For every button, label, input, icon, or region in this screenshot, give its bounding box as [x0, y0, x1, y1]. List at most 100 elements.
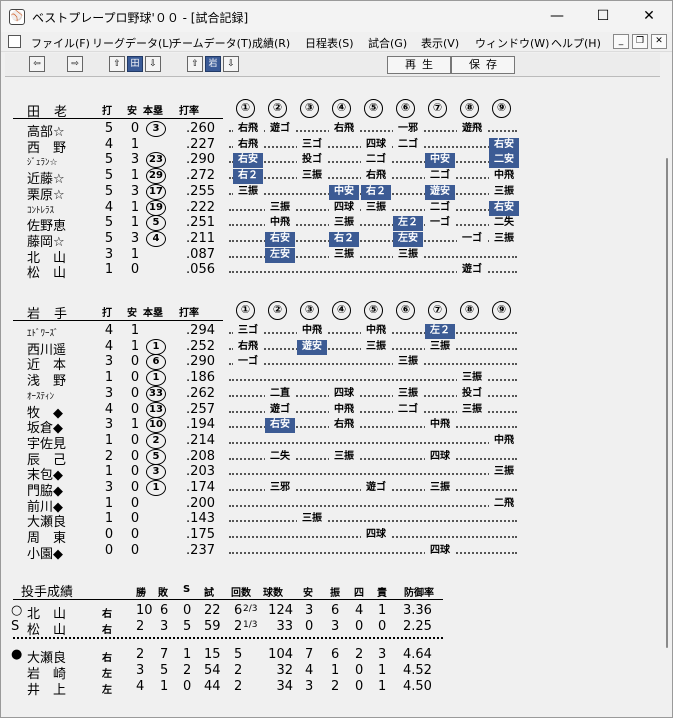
at-bat-result[interactable]: 遊飛 [457, 122, 487, 137]
at-bat-result[interactable]: 三振 [425, 339, 455, 355]
at-bat-result[interactable]: 一ゴ [425, 216, 455, 232]
at-bat-result[interactable]: 四球 [329, 386, 359, 402]
menu-league-data[interactable]: リーグデータ(L) [92, 35, 173, 51]
mdi-restore-button[interactable]: ❐ [632, 34, 648, 49]
hit-result[interactable]: 左２ [393, 216, 423, 232]
at-bat-result[interactable]: 三振 [457, 402, 487, 418]
menu-view[interactable]: 表示(V) [421, 35, 459, 51]
at-bat-result[interactable]: 四球 [361, 137, 391, 153]
at-bat-result[interactable]: 三ゴ [297, 137, 327, 153]
maximize-button[interactable]: ☐ [580, 1, 626, 32]
hit-result[interactable]: 右２ [361, 184, 391, 200]
play-button[interactable]: 再生 [387, 56, 451, 74]
at-bat-result[interactable]: 中飛 [489, 433, 519, 449]
at-bat-result[interactable]: 一ゴ [233, 355, 263, 371]
at-bat-result[interactable]: 三振 [329, 247, 359, 263]
at-bat-result[interactable]: 三邪 [265, 481, 295, 496]
at-bat-result[interactable]: 四球 [361, 528, 391, 544]
hit-result[interactable]: 右安 [233, 153, 263, 169]
at-bat-result[interactable]: 三振 [265, 200, 295, 216]
at-bat-result[interactable]: 遊ゴ [361, 481, 391, 496]
at-bat-result[interactable]: 四球 [329, 200, 359, 216]
menu-help[interactable]: ヘルプ(H) [551, 35, 601, 51]
hit-result[interactable]: 遊安 [425, 184, 455, 200]
hit-result[interactable]: 中安 [425, 153, 455, 169]
document-icon[interactable] [8, 35, 21, 48]
at-bat-result[interactable]: 三振 [329, 216, 359, 232]
up-arrow-button[interactable]: ⇧ [109, 56, 125, 72]
player-name[interactable]: 西 野 [27, 137, 66, 156]
hit-result[interactable]: 右安 [489, 137, 519, 153]
player-name[interactable]: ｵｰｽﾃｨﾝ [27, 389, 54, 402]
at-bat-result[interactable]: 中飛 [425, 418, 455, 434]
down-arrow-button-2[interactable]: ⇩ [223, 56, 239, 72]
at-bat-result[interactable]: 三振 [233, 184, 263, 200]
at-bat-result[interactable]: 二飛 [489, 496, 519, 512]
at-bat-result[interactable]: 二失 [489, 216, 519, 232]
player-name[interactable]: ｴﾄﾞﾜｰｽﾞ [27, 326, 59, 339]
hit-result[interactable]: 右安 [489, 200, 519, 216]
hit-result[interactable]: 右安 [265, 418, 295, 434]
vertical-scrollbar[interactable] [661, 78, 672, 717]
save-button[interactable]: 保存 [451, 56, 515, 74]
hit-result[interactable]: 二安 [489, 153, 519, 169]
at-bat-result[interactable]: 二ゴ [393, 402, 423, 418]
mdi-minimize-button[interactable]: _ [613, 34, 629, 49]
team-tag-button[interactable]: 田 [127, 56, 143, 72]
team-tag-button-2[interactable]: 岩 [205, 56, 221, 72]
at-bat-result[interactable]: 右飛 [329, 418, 359, 434]
hit-result[interactable]: 左安 [265, 247, 295, 263]
at-bat-result[interactable]: 中飛 [329, 402, 359, 418]
mdi-close-button[interactable]: ✕ [651, 34, 667, 49]
menu-schedule[interactable]: 日程表(S) [305, 35, 354, 51]
at-bat-result[interactable]: 三振 [297, 512, 327, 528]
hit-result[interactable]: 遊安 [297, 339, 327, 355]
at-bat-result[interactable]: 二ゴ [425, 200, 455, 216]
at-bat-result[interactable]: 右飛 [233, 122, 263, 137]
at-bat-result[interactable]: 二失 [265, 449, 295, 465]
at-bat-result[interactable]: 投ゴ [297, 153, 327, 169]
at-bat-result[interactable]: 右飛 [233, 339, 263, 355]
prev-arrow-button[interactable]: ⇦ [29, 56, 45, 72]
at-bat-result[interactable]: 中飛 [489, 169, 519, 185]
player-name[interactable]: 松 山 [27, 262, 66, 281]
close-button[interactable]: ✕ [626, 1, 672, 32]
menu-file[interactable]: ファイル(F) [31, 35, 90, 51]
at-bat-result[interactable]: 三振 [489, 231, 519, 247]
at-bat-result[interactable]: 三振 [393, 355, 423, 371]
player-name[interactable]: 浅 野 [27, 370, 66, 389]
menu-window[interactable]: ウィンドウ(W) [475, 35, 549, 51]
at-bat-result[interactable]: 右飛 [361, 169, 391, 185]
at-bat-result[interactable]: 三振 [361, 200, 391, 216]
at-bat-result[interactable]: 中飛 [265, 216, 295, 232]
minimize-button[interactable]: — [534, 1, 580, 32]
hit-result[interactable]: 右安 [265, 231, 295, 247]
at-bat-result[interactable]: 三振 [457, 371, 487, 387]
at-bat-result[interactable]: 三振 [393, 386, 423, 402]
at-bat-result[interactable]: 三振 [361, 339, 391, 355]
at-bat-result[interactable]: 三振 [297, 169, 327, 185]
player-name[interactable]: ｺﾝﾄﾚﾗｽ [27, 203, 54, 216]
down-arrow-button[interactable]: ⇩ [145, 56, 161, 72]
menu-stats[interactable]: 成績(R) [252, 35, 290, 51]
at-bat-result[interactable]: 四球 [425, 449, 455, 465]
at-bat-result[interactable]: 右飛 [233, 137, 263, 153]
at-bat-result[interactable]: 二ゴ [361, 153, 391, 169]
at-bat-result[interactable]: 二直 [265, 386, 295, 402]
at-bat-result[interactable]: 遊ゴ [457, 263, 487, 279]
player-name[interactable]: 栗原☆ [27, 184, 65, 203]
menu-game[interactable]: 試合(G) [368, 35, 407, 51]
pitcher-name[interactable]: 井 上 [27, 679, 66, 698]
app-icon[interactable]: ⚾ [9, 9, 25, 25]
at-bat-result[interactable]: 二ゴ [393, 137, 423, 153]
hit-result[interactable]: 右２ [233, 169, 263, 185]
at-bat-result[interactable]: 三振 [393, 247, 423, 263]
at-bat-result[interactable]: 三ゴ [233, 324, 263, 339]
at-bat-result[interactable]: 四球 [425, 543, 455, 559]
at-bat-result[interactable]: 三振 [425, 481, 455, 496]
at-bat-result[interactable]: 右飛 [329, 122, 359, 137]
hit-result[interactable]: 左安 [393, 231, 423, 247]
up-arrow-button-2[interactable]: ⇧ [187, 56, 203, 72]
scroll-thumb[interactable] [666, 158, 668, 648]
next-arrow-button[interactable]: ⇨ [67, 56, 83, 72]
